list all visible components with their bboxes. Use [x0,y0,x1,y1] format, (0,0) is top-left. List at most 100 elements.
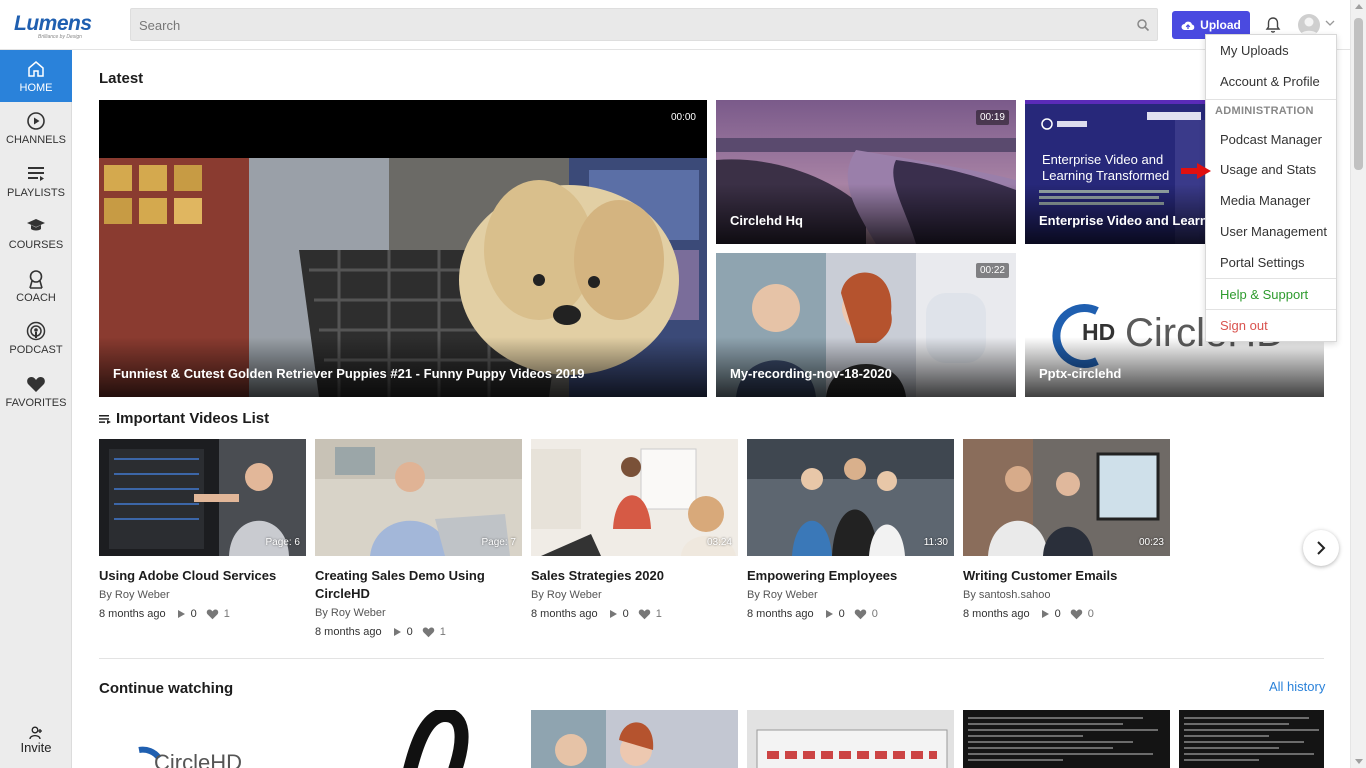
video-title: Circlehd Hq [730,213,803,228]
sidebar: HOME CHANNELS PLAYLISTS COURSES COACH PO… [0,50,72,768]
continue-watching-card[interactable] [1179,710,1324,768]
sidebar-item-channels[interactable]: CHANNELS [0,102,72,154]
lumens-logo[interactable]: Lumens Brilliance by Design [14,12,92,40]
user-menu-dropdown: My Uploads Account & Profile ADMINISTRAT… [1205,34,1337,342]
playlist-icon [28,166,44,181]
video-thumbnail[interactable]: 03:24 [531,439,738,556]
menu-item-account-profile[interactable]: Account & Profile [1220,74,1320,89]
chevron-down-icon[interactable] [1325,19,1335,27]
video-card-meta: 8 months ago 0 0 [747,608,878,620]
notification-bell-icon[interactable] [1265,16,1281,34]
terminal-screenshot-image [963,710,1170,768]
sidebar-item-favorites[interactable]: FAVORITES [0,365,72,417]
video-card-title[interactable]: Writing Customer Emails [963,567,1170,585]
menu-item-usage-stats[interactable]: Usage and Stats [1220,162,1316,177]
search-icon[interactable] [1136,18,1150,32]
main-content: Latest 00:00 Funniest & Cutest Golden Re… [72,50,1350,768]
menu-item-podcast-manager[interactable]: Podcast Manager [1220,132,1322,147]
video-duration: 00:19 [975,110,1009,125]
play-icon [825,610,833,618]
cloud-upload-icon [1181,21,1195,30]
vertical-scrollbar[interactable] [1350,0,1366,768]
video-duration: 00:22 [975,263,1009,278]
page-count-badge: Page: 7 [481,537,516,548]
heart-icon[interactable] [1070,608,1083,620]
svg-text:CircleHD: CircleHD [154,750,242,768]
people-headset-image [531,710,738,768]
play-icon [609,610,617,618]
search-input[interactable] [139,15,1119,35]
video-tile[interactable]: 00:22 My-recording-nov-18-2020 [716,253,1016,397]
user-icon [1300,17,1318,36]
video-card-meta: 8 months ago 0 1 [531,608,662,620]
video-thumbnail[interactable]: Page: 7 [315,439,522,556]
video-card-title[interactable]: Creating Sales Demo Using CircleHD [315,567,522,603]
slide-headline: Learning Transformed [1042,168,1170,183]
menu-divider [1206,278,1336,279]
video-thumbnail[interactable]: 00:23 [963,439,1170,556]
play-icon [177,610,185,618]
heart-icon[interactable] [422,626,435,638]
menu-item-sign-out[interactable]: Sign out [1220,318,1268,333]
menu-item-portal-settings[interactable]: Portal Settings [1220,255,1305,270]
video-card[interactable]: Page: 6 Using Adobe Cloud Services By Ro… [99,439,306,620]
continue-watching-card[interactable] [963,710,1170,768]
video-tile[interactable]: 00:19 Circlehd Hq [716,100,1016,244]
video-title: Funniest & Cutest Golden Retriever Puppi… [113,366,585,381]
video-card-title[interactable]: Sales Strategies 2020 [531,567,738,585]
menu-item-media-manager[interactable]: Media Manager [1220,193,1310,208]
menu-divider [1206,309,1336,310]
circlehd-logo-image: CircleHD [99,710,306,768]
all-history-link[interactable]: All history [1269,679,1325,694]
sidebar-item-playlists[interactable]: PLAYLISTS [0,155,72,207]
video-card-title[interactable]: Using Adobe Cloud Services [99,567,306,585]
sidebar-item-podcast[interactable]: PODCAST [0,312,72,364]
video-card[interactable]: 03:24 Sales Strategies 2020 By Roy Weber… [531,439,738,620]
menu-section-administration: ADMINISTRATION [1215,105,1314,117]
scroll-down-arrow[interactable] [1355,759,1363,764]
play-circle-icon [27,111,45,130]
video-card[interactable]: 11:30 Empowering Employees By Roy Weber … [747,439,954,620]
video-duration: 00:00 [666,110,700,125]
invite-button[interactable]: Invite [0,720,72,760]
video-title: Pptx-circlehd [1039,366,1122,381]
add-user-icon [29,726,42,739]
video-card-author: By Roy Weber [531,589,602,601]
menu-item-my-uploads[interactable]: My Uploads [1220,43,1289,58]
home-icon [28,60,44,77]
sidebar-item-courses[interactable]: COURSES [0,207,72,259]
video-card-author: By Roy Weber [747,589,818,601]
sidebar-item-coach[interactable]: COACH [0,260,72,312]
carousel-next-button[interactable] [1303,530,1339,566]
heart-icon[interactable] [206,608,219,620]
continue-watching-card[interactable] [315,710,522,768]
abstract-shape-image [315,710,522,768]
video-duration: 00:23 [1138,537,1164,548]
avatar[interactable] [1298,14,1320,36]
menu-item-help-support[interactable]: Help & Support [1220,287,1308,302]
video-tile-featured[interactable]: 00:00 Funniest & Cutest Golden Retriever… [99,100,707,397]
continue-watching-card[interactable]: CircleHD [99,710,306,768]
menu-item-user-management[interactable]: User Management [1220,224,1327,239]
video-thumbnail[interactable]: Page: 6 [99,439,306,556]
heart-icon[interactable] [638,608,651,620]
play-icon [1041,610,1049,618]
heart-icon[interactable] [854,608,867,620]
video-card[interactable]: 00:23 Writing Customer Emails By santosh… [963,439,1170,620]
scrollbar-thumb[interactable] [1354,18,1363,170]
video-duration: 03:24 [706,537,732,548]
video-duration: 11:30 [923,537,948,548]
video-card-author: By Roy Weber [99,589,170,601]
video-card[interactable]: Page: 7 Creating Sales Demo Using Circle… [315,439,522,638]
video-card-author: By Roy Weber [315,607,386,619]
video-thumbnail[interactable]: 11:30 [747,439,954,556]
video-card-title[interactable]: Empowering Employees [747,567,954,585]
scroll-up-arrow[interactable] [1355,4,1363,9]
continue-watching-card[interactable] [531,710,738,768]
video-card-meta: 8 months ago 0 1 [315,626,446,638]
podcast-icon [26,321,46,340]
video-card-meta: 8 months ago 0 1 [99,608,230,620]
red-arrow-pointer-icon [1181,163,1211,179]
continue-watching-card[interactable] [747,710,954,768]
sidebar-item-home[interactable]: HOME [0,50,72,102]
